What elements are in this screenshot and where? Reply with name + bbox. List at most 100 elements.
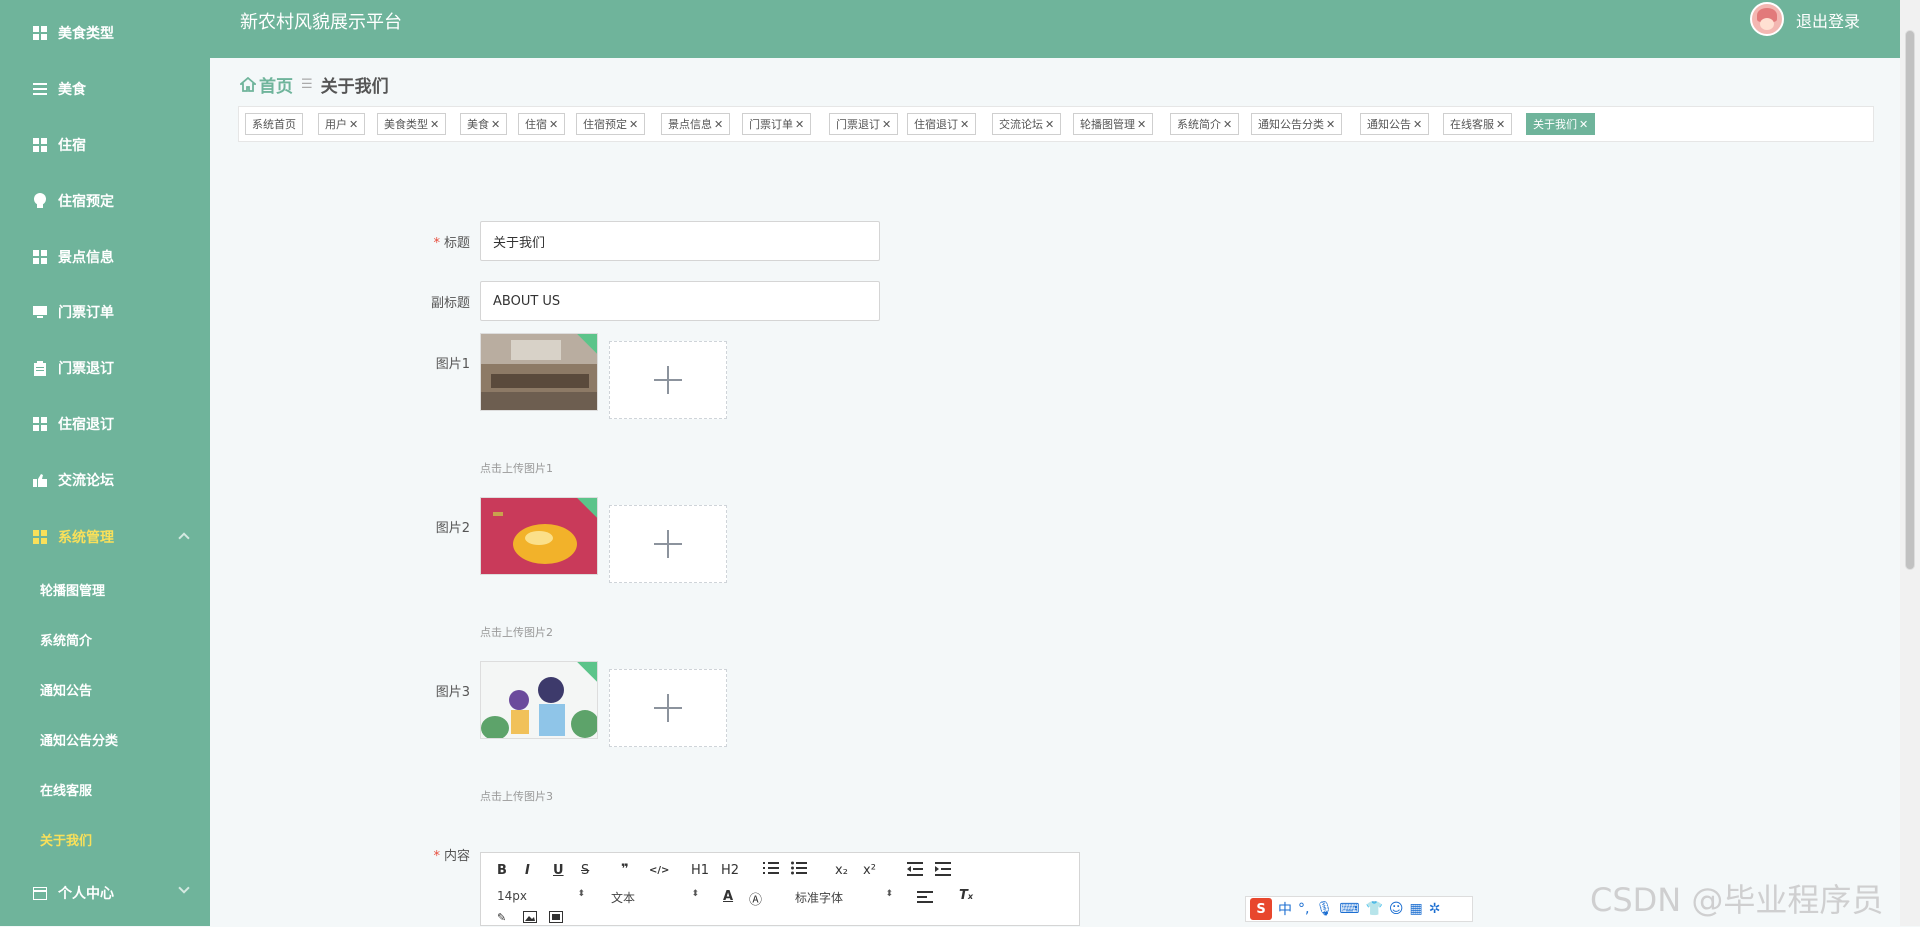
picture1-thumbnail[interactable] (480, 333, 598, 411)
tag-scenic-info[interactable]: 景点信息 ✕ (661, 113, 731, 135)
breadcrumb-home[interactable]: 首页 (240, 72, 293, 97)
ordered-list-icon[interactable] (763, 861, 779, 879)
tag-label: 在线客服 (1450, 118, 1494, 131)
page-scrollbar[interactable] (1900, 0, 1920, 926)
sidebar-item-system-management[interactable]: 系统管理 (0, 522, 210, 552)
text-type-select[interactable]: 文本 ⬍ (611, 889, 699, 906)
font-size-select[interactable]: 14px ⬍ (497, 889, 585, 903)
sidebar-item-food[interactable]: 美食 (0, 74, 210, 104)
skin-icon[interactable]: 👕 (1365, 901, 1382, 917)
link-icon[interactable]: ✎ (497, 911, 506, 924)
subtitle-input[interactable] (480, 281, 880, 321)
close-icon[interactable]: ✕ (960, 118, 969, 131)
toolbox-icon[interactable]: ▦ (1410, 901, 1423, 917)
close-icon[interactable]: ✕ (882, 118, 891, 131)
superscript-button[interactable]: x² (863, 863, 876, 878)
subscript-button[interactable]: x₂ (835, 863, 848, 878)
sidebar-item-label: 系统管理 (58, 530, 114, 546)
tag-system-intro[interactable]: 系统简介 ✕ (1170, 113, 1240, 135)
close-icon[interactable]: ✕ (1045, 118, 1054, 131)
sidebar-item-ticket-refund[interactable]: 门票退订 (0, 353, 210, 383)
tag-notice[interactable]: 通知公告 ✕ (1360, 113, 1430, 135)
sidebar-item-ticket-orders[interactable]: 门票订单 (0, 297, 210, 327)
sidebar-item-lodging-booking[interactable]: 住宿预定 (0, 186, 210, 216)
picture3-thumbnail[interactable] (480, 661, 598, 739)
close-icon[interactable]: ✕ (795, 118, 804, 131)
image-icon[interactable] (523, 911, 537, 927)
rich-text-editor[interactable]: B I U S ❞ </> H1 H2 x₂ x² 14px ⬍ 文本 ⬍ A Ⓐ … (480, 852, 1080, 926)
picture3-upload-button[interactable] (609, 669, 727, 747)
clear-format-icon[interactable]: Tx (959, 888, 973, 903)
video-icon[interactable] (549, 911, 563, 927)
tag-ticket-orders[interactable]: 门票订单 ✕ (742, 113, 812, 135)
tag-forum[interactable]: 交流论坛 ✕ (992, 113, 1062, 135)
align-icon[interactable] (917, 891, 933, 907)
bullet-list-icon[interactable] (791, 861, 807, 879)
close-icon[interactable]: ✕ (549, 118, 558, 131)
tag-online-service[interactable]: 在线客服 ✕ (1443, 113, 1513, 135)
picture1-upload-button[interactable] (609, 341, 727, 419)
tag-about-us[interactable]: 关于我们 ✕ (1526, 113, 1596, 135)
logout-button[interactable]: 退出登录 (1796, 8, 1860, 32)
picture2-thumbnail[interactable] (480, 497, 598, 575)
sidebar-sub-about-us[interactable]: 关于我们 (40, 827, 92, 851)
bold-button[interactable]: B (497, 863, 507, 878)
settings-icon[interactable]: ✲ (1429, 901, 1441, 917)
close-icon[interactable]: ✕ (1223, 118, 1232, 131)
close-icon[interactable]: ✕ (430, 118, 439, 131)
sidebar-sub-notice[interactable]: 通知公告 (40, 677, 92, 701)
tag-lodging[interactable]: 住宿 ✕ (518, 113, 566, 135)
header2-button[interactable]: H2 (721, 863, 739, 878)
tag-home[interactable]: 系统首页 (245, 113, 303, 135)
scrollbar-thumb[interactable] (1905, 30, 1915, 570)
microphone-icon[interactable]: 🎙 (1315, 901, 1333, 917)
sogou-logo-icon[interactable]: S (1250, 898, 1272, 920)
close-icon[interactable]: ✕ (714, 118, 723, 131)
avatar[interactable] (1750, 2, 1784, 36)
tag-food[interactable]: 美食 ✕ (460, 113, 508, 135)
tag-carousel[interactable]: 轮播图管理 ✕ (1073, 113, 1154, 135)
close-icon[interactable]: ✕ (1326, 118, 1335, 131)
tag-food-type[interactable]: 美食类型 ✕ (377, 113, 447, 135)
sidebar-item-food-type[interactable]: 美食类型 (0, 18, 210, 48)
subtitle-label: 副标题 (430, 296, 470, 311)
close-icon[interactable]: ✕ (1579, 118, 1588, 131)
sidebar-item-personal-center[interactable]: 个人中心 (0, 878, 210, 908)
close-icon[interactable]: ✕ (1413, 118, 1422, 131)
keyboard-icon[interactable]: ⌨ (1339, 901, 1359, 917)
code-block-button[interactable]: </> (649, 865, 669, 876)
sidebar-sub-system-intro[interactable]: 系统简介 (40, 627, 92, 651)
sidebar-sub-carousel[interactable]: 轮播图管理 (40, 577, 105, 601)
close-icon[interactable]: ✕ (349, 118, 358, 131)
header1-button[interactable]: H1 (691, 863, 709, 878)
sidebar-sub-notice-category[interactable]: 通知公告分类 (40, 727, 118, 751)
indent-icon[interactable] (935, 862, 951, 880)
outdent-icon[interactable] (907, 862, 923, 880)
robot-icon[interactable]: ☺ (1389, 901, 1404, 917)
close-icon[interactable]: ✕ (629, 118, 638, 131)
sidebar-item-lodging-refund[interactable]: 住宿退订 (0, 409, 210, 439)
close-icon[interactable]: ✕ (1496, 118, 1505, 131)
picture2-upload-button[interactable] (609, 505, 727, 583)
sidebar-item-scenic-info[interactable]: 景点信息 (0, 242, 210, 272)
close-icon[interactable]: ✕ (491, 118, 500, 131)
punctuation-icon[interactable]: °, (1298, 901, 1309, 917)
tag-lodging-refund[interactable]: 住宿退订 ✕ (907, 113, 977, 135)
blockquote-button[interactable]: ❞ (621, 862, 629, 877)
tag-lodging-booking[interactable]: 住宿预定 ✕ (576, 113, 646, 135)
strike-button[interactable]: S (581, 863, 589, 878)
underline-button[interactable]: U (553, 863, 564, 878)
font-family-select[interactable]: 标准字体 ⬍ (795, 889, 893, 906)
ime-language[interactable]: 中 (1278, 899, 1292, 919)
tag-user[interactable]: 用户 ✕ (318, 113, 366, 135)
tag-notice-category[interactable]: 通知公告分类 ✕ (1251, 113, 1343, 135)
sidebar-item-forum[interactable]: 交流论坛 (0, 465, 210, 495)
sidebar-item-lodging[interactable]: 住宿 (0, 130, 210, 160)
sidebar-sub-online-service[interactable]: 在线客服 (40, 777, 92, 801)
italic-button[interactable]: I (525, 863, 530, 878)
background-color-icon[interactable]: Ⓐ (749, 889, 762, 908)
title-input[interactable] (480, 221, 880, 261)
close-icon[interactable]: ✕ (1137, 118, 1146, 131)
tag-ticket-refund[interactable]: 门票退订 ✕ (829, 113, 899, 135)
font-color-icon[interactable]: A (723, 889, 733, 904)
